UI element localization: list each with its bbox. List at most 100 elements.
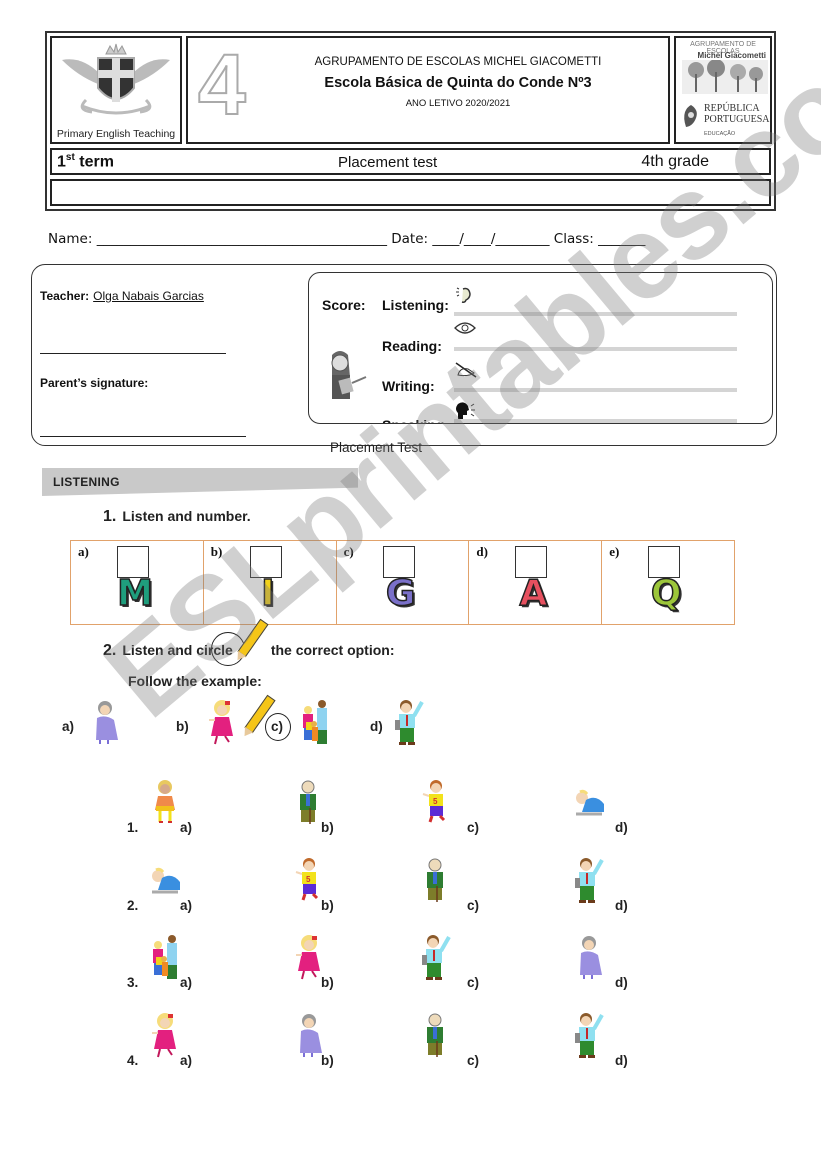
boy-figure-icon: 5 — [292, 856, 326, 904]
letter-cell-e: e) Q — [602, 541, 734, 624]
logo-text-education: EDUCAÇÃO — [704, 131, 736, 137]
speaking-head-icon — [454, 401, 476, 421]
answer-option[interactable]: c) — [467, 898, 479, 913]
class-field[interactable]: _______ — [598, 231, 645, 247]
parent-signature-line[interactable] — [40, 436, 246, 437]
cell-label: c) — [343, 544, 354, 559]
skill-label-writing: Writing: — [382, 378, 435, 394]
answer-option[interactable]: d) — [615, 820, 628, 835]
logo-text-republica: REPÚBLICA — [704, 103, 760, 114]
sister-figure-icon — [148, 778, 182, 826]
question-row-number: 2. — [127, 898, 139, 913]
question-row-number: 4. — [127, 1053, 139, 1068]
teacher-name: Olga Nabais Garcias — [93, 289, 204, 303]
father-figure-icon — [572, 1011, 606, 1059]
family-figure-icon — [148, 933, 182, 981]
question-row-number: 3. — [127, 975, 139, 990]
answer-option[interactable]: b) — [321, 1053, 334, 1068]
cell-label: e) — [609, 544, 620, 559]
cell-label: d) — [476, 544, 488, 559]
example-option-label[interactable]: d) — [370, 719, 383, 734]
name-field[interactable]: ________________________________________… — [97, 231, 387, 247]
republic-emblem-icon — [684, 105, 697, 127]
test-type: Placement test — [338, 154, 438, 171]
circled-answer-icon — [265, 713, 291, 741]
teacher-signature-line[interactable] — [40, 353, 226, 354]
family-figure-icon — [298, 698, 332, 746]
winged-shield-icon — [62, 43, 170, 115]
term-suffix: st — [65, 152, 75, 163]
section-title: LISTENING — [53, 475, 120, 489]
svg-text:5: 5 — [306, 875, 311, 884]
answer-option[interactable]: d) — [615, 975, 628, 990]
answer-option[interactable]: d) — [615, 898, 628, 913]
father-figure-icon — [392, 698, 426, 746]
writing-hand-icon — [454, 361, 477, 381]
father-figure-icon — [572, 856, 606, 904]
school-name: Escola Básica de Quinta do Conde Nº3 — [324, 75, 592, 91]
score-box: Score: Listening: Reading: Writing: Spea… — [308, 272, 773, 424]
grandfather-figure-icon — [419, 1011, 453, 1059]
reading-score-line[interactable] — [454, 347, 737, 351]
answer-option[interactable]: c) — [467, 1053, 479, 1068]
listening-score-line[interactable] — [454, 312, 737, 316]
teacher-label: Teacher: — [40, 289, 90, 303]
term-row: 1st term Placement test 4th grade — [50, 148, 771, 175]
primary-english-logo: Primary English Teaching — [50, 36, 182, 144]
writing-score-line[interactable] — [454, 388, 737, 392]
father-figure-icon — [419, 933, 453, 981]
grandfather-figure-icon — [292, 778, 326, 826]
trees-icon — [682, 60, 768, 94]
girl-figure-icon — [205, 698, 239, 746]
letter-q: Q — [650, 573, 682, 614]
term-word: term — [74, 153, 114, 171]
class-label: Class: — [553, 231, 594, 247]
answer-option[interactable]: a) — [180, 1053, 192, 1068]
question-2-instruction-2: the correct option: — [270, 642, 395, 658]
answer-option[interactable]: b) — [321, 898, 334, 913]
question-2-number: 2. — [103, 642, 117, 659]
question-row-number: 1. — [127, 820, 139, 835]
answer-option[interactable]: d) — [615, 1053, 628, 1068]
question-1-number: 1. — [103, 508, 117, 525]
answer-option[interactable]: a) — [180, 975, 192, 990]
skill-label-listening: Listening: — [382, 297, 449, 313]
term-number: 1 — [57, 153, 66, 171]
eye-icon — [454, 321, 476, 341]
school-info-box: 4 AGRUPAMENTO DE ESCOLAS MICHEL GIACOMET… — [186, 36, 670, 144]
follow-example: Follow the example: — [128, 673, 262, 689]
answer-option[interactable]: a) — [180, 820, 192, 835]
girl-figure-icon — [292, 933, 326, 981]
school-year: ANO LETIVO 2020/2021 — [405, 98, 511, 109]
skill-label-reading: Reading: — [382, 338, 442, 354]
logo-text-republic: REPÚBLICA PORTUGUESA — [704, 103, 770, 125]
letter-cell-b: b) I — [204, 541, 337, 624]
date-label: Date: — [391, 231, 429, 247]
logo-caption: Primary English Teaching — [56, 128, 176, 140]
answer-option[interactable]: b) — [321, 820, 334, 835]
grade-label: 4th grade — [641, 153, 709, 170]
letter-cell-a: a) M — [71, 541, 204, 624]
name-label: Name: — [48, 231, 93, 247]
question-1-title: 1. Listen and number. — [103, 508, 251, 526]
parent-signature-label: Parent’s signature: — [40, 376, 149, 390]
letter-g: G — [385, 573, 416, 614]
answer-option[interactable]: c) — [467, 975, 479, 990]
teacher-figure-icon — [331, 351, 367, 399]
cell-label: a) — [78, 544, 89, 559]
date-field[interactable]: ____/____/________ — [432, 231, 549, 247]
letter-i: I — [260, 573, 275, 614]
answer-option[interactable]: a) — [180, 898, 192, 913]
answer-option[interactable]: c) — [467, 820, 479, 835]
answer-option[interactable]: b) — [321, 975, 334, 990]
school-group: AGRUPAMENTO DE ESCOLAS MICHEL GIACOMETTI — [314, 56, 602, 68]
letter-a: A — [519, 573, 548, 614]
svg-text:5: 5 — [433, 797, 438, 806]
example-option-label[interactable]: a) — [62, 719, 74, 734]
letter-table: a) M b) I c) G d) A e) Q — [70, 540, 735, 625]
speaking-score-line[interactable] — [454, 419, 737, 423]
example-option-label[interactable]: b) — [176, 719, 189, 734]
letter-cell-c: c) G — [337, 541, 470, 624]
teacher-info: Teacher: Olga Nabais Garcias — [40, 289, 204, 303]
grandfather-figure-icon — [419, 856, 453, 904]
